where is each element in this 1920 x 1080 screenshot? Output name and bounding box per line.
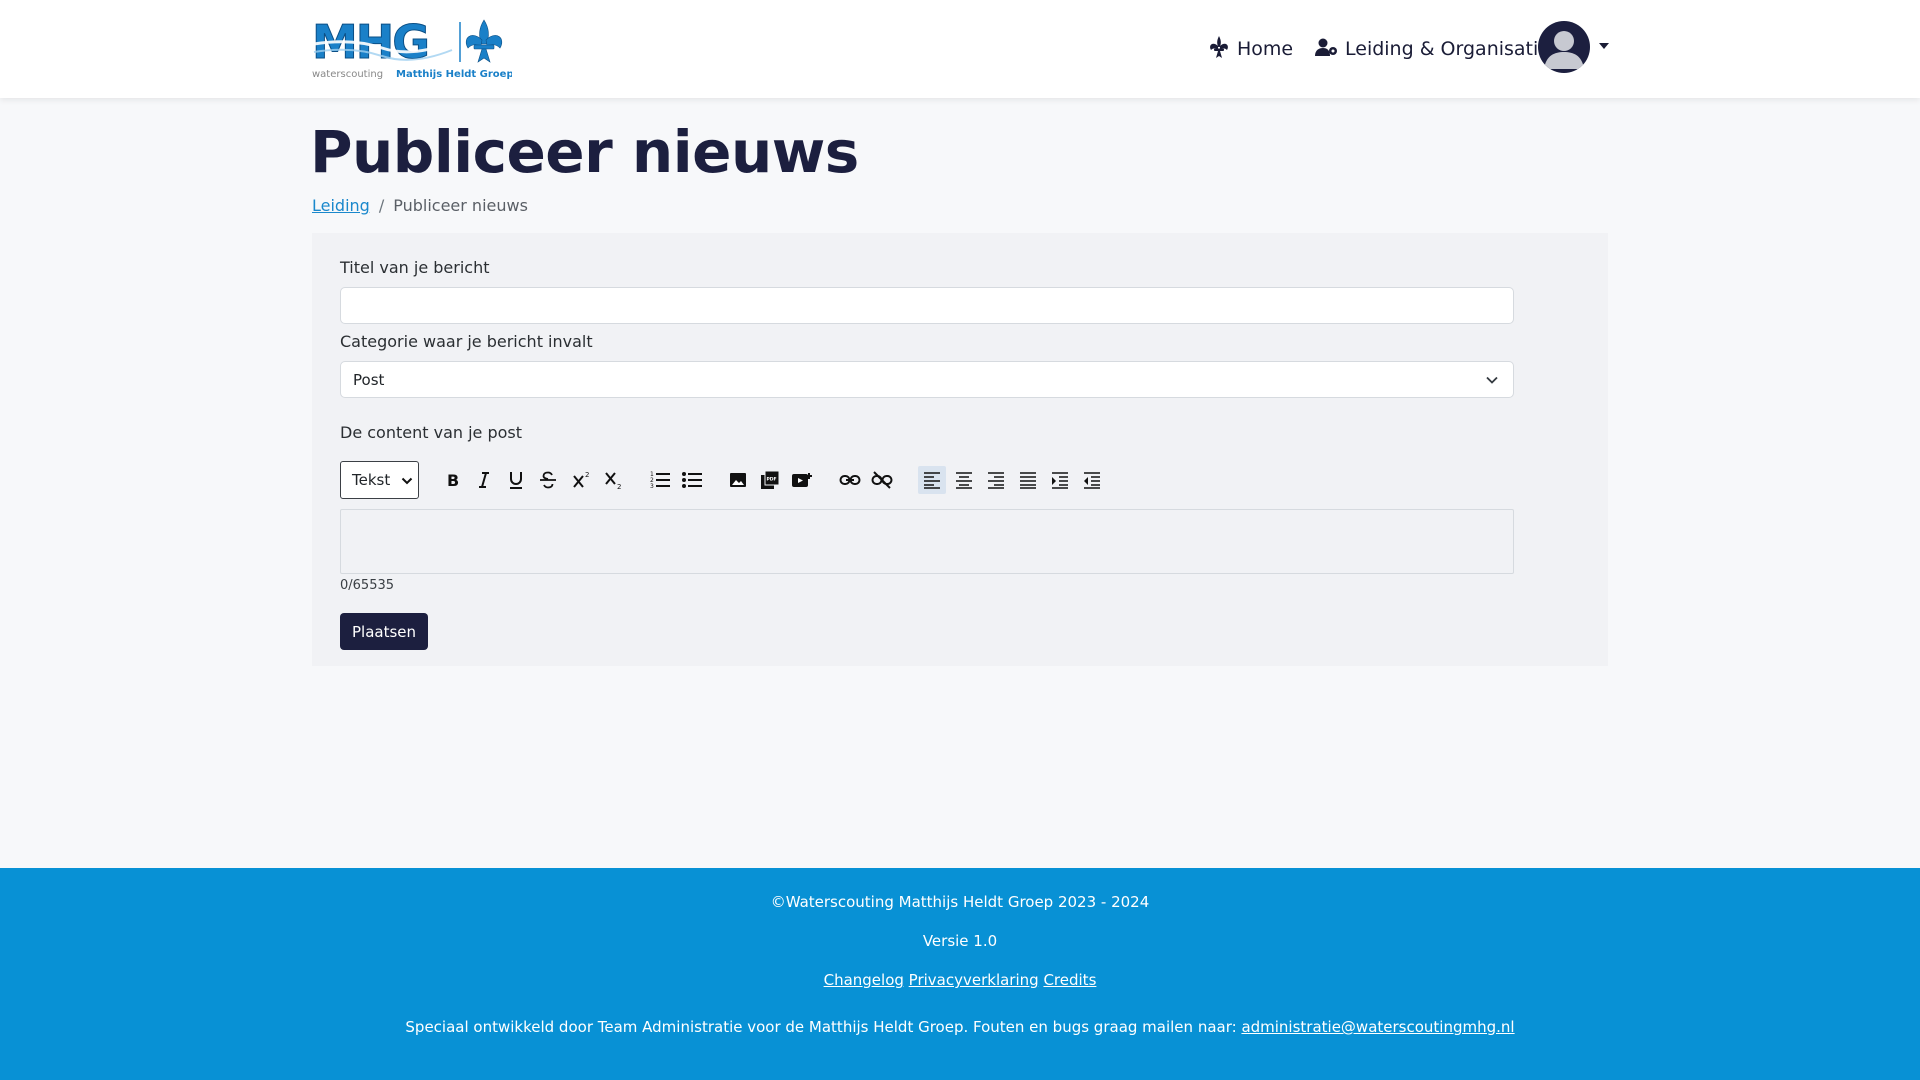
footer-link-privacy[interactable]: Privacyverklaring [909, 971, 1039, 989]
footer-version: Versie 1.0 [922, 932, 998, 950]
content-editor[interactable] [340, 509, 1514, 574]
strikethrough-button[interactable] [534, 466, 562, 494]
unlink-icon [871, 471, 893, 489]
avatar[interactable] [1538, 21, 1590, 73]
footer: ©Waterscouting Matthijs Heldt Groep 2023… [0, 868, 1920, 1080]
underline-icon [510, 472, 522, 489]
chevron-down-icon [1486, 376, 1498, 384]
insert-pdf-button[interactable]: PDF [756, 466, 784, 494]
breadcrumb-current: Publiceer nieuws [393, 196, 528, 215]
svg-text:2: 2 [617, 483, 621, 490]
unordered-list-icon [682, 472, 702, 488]
bold-button[interactable]: B [438, 466, 466, 494]
superscript-button[interactable]: 2 [568, 466, 596, 494]
subscript-icon: 2 [605, 472, 621, 490]
footer-note: Speciaal ontwikkeld door Team Administra… [405, 1018, 1242, 1036]
category-select-value: Post [353, 370, 385, 389]
remove-link-button[interactable] [868, 466, 896, 494]
footer-link-credits[interactable]: Credits [1043, 971, 1096, 989]
align-center-icon [956, 472, 972, 489]
align-center-button[interactable] [950, 466, 978, 494]
chevron-down-icon [401, 477, 413, 485]
footer-link-changelog[interactable]: Changelog [824, 971, 904, 989]
mhg-logo[interactable]: MHG waterscouting Matthijs Heldt Groep [312, 15, 514, 81]
character-counter: 0/65535 [340, 578, 395, 593]
nav-home-link[interactable]: Home [1207, 34, 1293, 64]
footer-copyright: ©Waterscouting Matthijs Heldt Groep 2023… [770, 893, 1150, 911]
align-justify-button[interactable] [1014, 466, 1042, 494]
format-select[interactable]: Tekst [340, 461, 419, 499]
nav-leiding-link[interactable]: Leiding & Organisatie [1315, 34, 1550, 64]
navbar: MHG waterscouting Matthijs Heldt Groep H… [0, 0, 1920, 98]
superscript-icon: 2 [573, 471, 589, 488]
submit-button[interactable]: Plaatsen [340, 613, 428, 650]
image-icon [730, 473, 746, 487]
fleur-de-lis-icon [1207, 35, 1237, 64]
user-menu[interactable] [1538, 21, 1609, 73]
underline-button[interactable] [502, 466, 530, 494]
link-icon [839, 475, 861, 485]
align-right-button[interactable] [982, 466, 1010, 494]
nav-home-label: Home [1237, 38, 1294, 60]
svg-text:Matthijs Heldt Groep: Matthijs Heldt Groep [396, 69, 512, 80]
align-justify-icon [1020, 472, 1036, 489]
title-input[interactable] [340, 287, 1514, 324]
insert-image-button[interactable] [724, 466, 752, 494]
editor-toolbar: Tekst B 2 2 123 PDF [340, 461, 1140, 499]
svg-text:PDF: PDF [767, 477, 777, 483]
breadcrumb: Leiding / Publiceer nieuws [312, 196, 528, 215]
breadcrumb-link-leiding[interactable]: Leiding [312, 196, 370, 215]
svg-text:3: 3 [650, 483, 654, 490]
format-select-value: Tekst [352, 471, 391, 489]
align-right-icon [988, 472, 1004, 489]
title-label: Titel van je bericht [340, 258, 490, 277]
ordered-list-button[interactable]: 123 [646, 466, 674, 494]
align-left-button[interactable] [918, 466, 946, 494]
video-icon [792, 473, 812, 487]
svg-text:2: 2 [585, 471, 589, 479]
outdent-button[interactable] [1078, 466, 1106, 494]
ordered-list-icon: 123 [650, 471, 670, 490]
footer-email-link[interactable]: administratie@waterscoutingmhg.nl [1241, 1018, 1514, 1036]
subscript-button[interactable]: 2 [600, 466, 628, 494]
category-label: Categorie waar je bericht invalt [340, 332, 593, 351]
logo-subtext: waterscouting [312, 69, 383, 80]
category-select[interactable]: Post [340, 361, 1514, 398]
outdent-icon [1084, 472, 1100, 489]
unordered-list-button[interactable] [678, 466, 706, 494]
align-left-icon [924, 472, 940, 489]
italic-button[interactable] [470, 466, 498, 494]
svg-text:B: B [447, 471, 459, 490]
breadcrumb-separator: / [378, 196, 385, 215]
indent-button[interactable] [1046, 466, 1074, 494]
nav-leiding-label: Leiding & Organisatie [1345, 38, 1550, 60]
indent-icon [1052, 472, 1068, 489]
chevron-down-icon[interactable] [1599, 43, 1609, 49]
insert-video-button[interactable] [788, 466, 816, 494]
content-label: De content van je post [340, 423, 523, 442]
bold-icon: B [447, 471, 459, 490]
italic-icon [479, 472, 489, 488]
pdf-icon: PDF [761, 470, 780, 489]
strikethrough-icon [540, 471, 556, 489]
footer-note-line: Speciaal ontwikkeld door Team Administra… [0, 1018, 1920, 1036]
footer-links: Changelog Privacyverklaring Credits [0, 971, 1920, 989]
page-title: Publiceer nieuws [310, 118, 859, 186]
users-gear-icon [1315, 36, 1345, 63]
insert-link-button[interactable] [836, 466, 864, 494]
